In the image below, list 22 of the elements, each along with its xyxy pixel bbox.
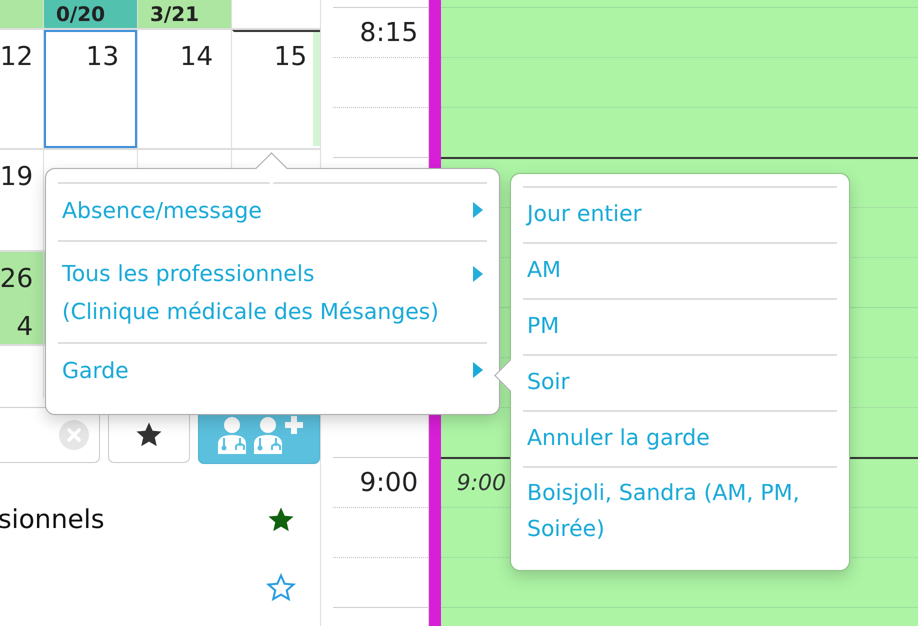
favorite-star-icon[interactable] [266, 573, 296, 603]
submenu-item[interactable]: PM [523, 300, 837, 356]
time-label: 8:15 [360, 18, 418, 48]
slot-time-label: 9:00 [456, 470, 506, 496]
calendar-day[interactable]: 12 [0, 30, 43, 148]
calendar-day[interactable]: 19 [0, 150, 43, 250]
menu-item[interactable]: Tous les professionnels (Clinique médicale des Mésanges) [58, 242, 487, 344]
menu-item[interactable]: Garde [58, 344, 487, 400]
calendar-day[interactable]: 13 [44, 30, 137, 148]
clear-icon[interactable] [58, 420, 89, 450]
time-label: 9:00 [360, 468, 418, 498]
submenu-item[interactable]: Boisjoli, Sandra (AM, PM, Soirée) [523, 468, 837, 556]
submenu-item[interactable]: Annuler la garde [523, 412, 837, 468]
submenu-item[interactable]: AM [523, 244, 837, 300]
calendar-day[interactable]: 15 [232, 30, 320, 148]
calendar-day[interactable]: 26 4 [0, 252, 43, 344]
week-summary-cell: 0/20 [44, 0, 137, 28]
calendar-day[interactable]: 14 [138, 30, 231, 148]
menu-item[interactable]: Absence/message [58, 184, 487, 242]
week-summary-cell: 3/21 [138, 0, 231, 28]
submenu-item[interactable]: Soir [523, 356, 837, 412]
submenu-item[interactable]: Jour entier [523, 188, 837, 244]
